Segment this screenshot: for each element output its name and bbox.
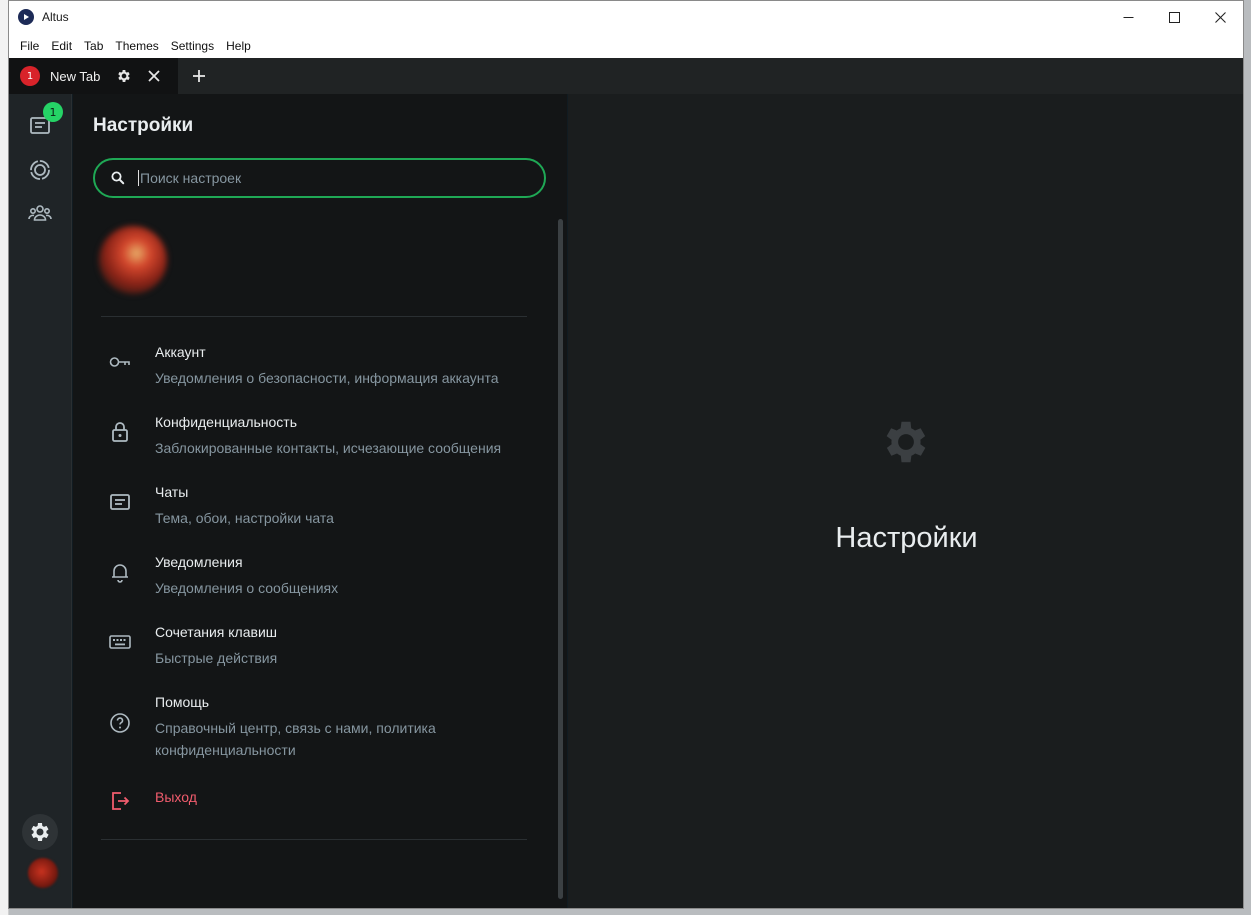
lock-icon [108, 420, 132, 444]
tab-settings-gear-icon[interactable] [116, 68, 132, 84]
settings-item-notifications[interactable]: Уведомления Уведомления о сообщениях [101, 554, 541, 614]
settings-item-title: Чаты [155, 484, 189, 500]
menu-help[interactable]: Help [220, 39, 257, 53]
settings-placeholder-pane: Настройки [568, 94, 1243, 908]
logout-icon [108, 789, 132, 813]
app-logo-icon [18, 9, 34, 25]
status-icon [30, 160, 50, 180]
close-button[interactable] [1197, 1, 1243, 33]
maximize-icon [1168, 11, 1180, 23]
tab-label: New Tab [50, 68, 101, 84]
chats-unread-badge: 1 [43, 102, 63, 122]
menu-bar: File Edit Tab Themes Settings Help [9, 33, 1243, 58]
search-input[interactable] [138, 170, 518, 186]
settings-item-keyboard-shortcuts[interactable]: Сочетания клавиш Быстрые действия [101, 624, 541, 684]
new-tab-button[interactable] [190, 67, 208, 85]
profile-avatar-small[interactable] [28, 858, 58, 888]
bell-icon [108, 560, 132, 584]
left-rail: 1 [9, 94, 72, 908]
settings-item-subtitle: Заблокированные контакты, исчезающие соо… [155, 440, 502, 456]
logout-button[interactable]: Выход [101, 789, 541, 819]
menu-tab[interactable]: Tab [78, 39, 109, 53]
settings-item-title: Конфиденциальность [155, 414, 298, 430]
settings-item-subtitle: Быстрые действия [155, 650, 278, 666]
window-controls [1105, 1, 1243, 33]
placeholder-title: Настройки [835, 522, 978, 554]
settings-gear-icon [886, 421, 926, 463]
menu-edit[interactable]: Edit [45, 39, 78, 53]
minimize-button[interactable] [1105, 1, 1151, 33]
logout-label: Выход [155, 789, 197, 805]
settings-item-account[interactable]: Аккаунт Уведомления о безопасности, инфо… [101, 344, 541, 404]
settings-item-subtitle: Справочный центр, связь с нами, политика… [155, 720, 436, 758]
keyboard-icon [108, 630, 132, 654]
settings-gear-icon [31, 823, 49, 841]
maximize-button[interactable] [1151, 1, 1197, 33]
settings-item-help[interactable]: Помощь Справочный центр, связь с нами, п… [101, 694, 541, 774]
settings-item-chats[interactable]: Чаты Тема, обои, настройки чата [101, 484, 541, 544]
tab-bar: 1 New Tab [9, 58, 1243, 94]
menu-themes[interactable]: Themes [109, 39, 164, 53]
app-window: Altus File Edit Tab Themes Settings Help… [8, 0, 1244, 909]
window-title: Altus [42, 10, 69, 24]
page-title: Настройки [93, 115, 194, 136]
status-button[interactable] [22, 152, 58, 188]
plus-icon [193, 70, 205, 82]
settings-item-subtitle: Уведомления о безопасности, информация а… [155, 370, 499, 386]
settings-item-title: Помощь [155, 694, 210, 710]
tab-unread-badge: 1 [20, 66, 40, 86]
settings-button[interactable] [22, 814, 58, 850]
menu-settings[interactable]: Settings [165, 39, 220, 53]
search-box[interactable] [93, 158, 546, 198]
settings-item-title: Уведомления [155, 554, 243, 570]
scrollbar[interactable] [558, 219, 563, 899]
search-icon [111, 171, 125, 185]
tab-new-tab[interactable]: 1 New Tab [9, 58, 178, 94]
profile-avatar[interactable] [99, 226, 167, 294]
minimize-icon [1123, 16, 1133, 18]
help-icon [108, 711, 132, 735]
settings-item-privacy[interactable]: Конфиденциальность Заблокированные конта… [101, 414, 541, 474]
key-icon [108, 350, 132, 374]
title-bar: Altus [9, 1, 1243, 33]
settings-item-title: Аккаунт [155, 344, 206, 360]
communities-button[interactable] [22, 195, 58, 231]
close-icon [1214, 11, 1226, 23]
tab-close-icon[interactable] [147, 69, 161, 83]
settings-item-subtitle: Тема, обои, настройки чата [155, 510, 334, 526]
settings-item-subtitle: Уведомления о сообщениях [155, 580, 339, 596]
settings-item-title: Сочетания клавиш [155, 624, 277, 640]
chat-icon [108, 490, 132, 514]
menu-file[interactable]: File [14, 39, 45, 53]
divider [101, 316, 527, 317]
settings-panel: Настройки Аккаунт Уведомления о безопасн… [73, 94, 567, 908]
communities-icon [28, 205, 52, 221]
divider [101, 839, 527, 840]
